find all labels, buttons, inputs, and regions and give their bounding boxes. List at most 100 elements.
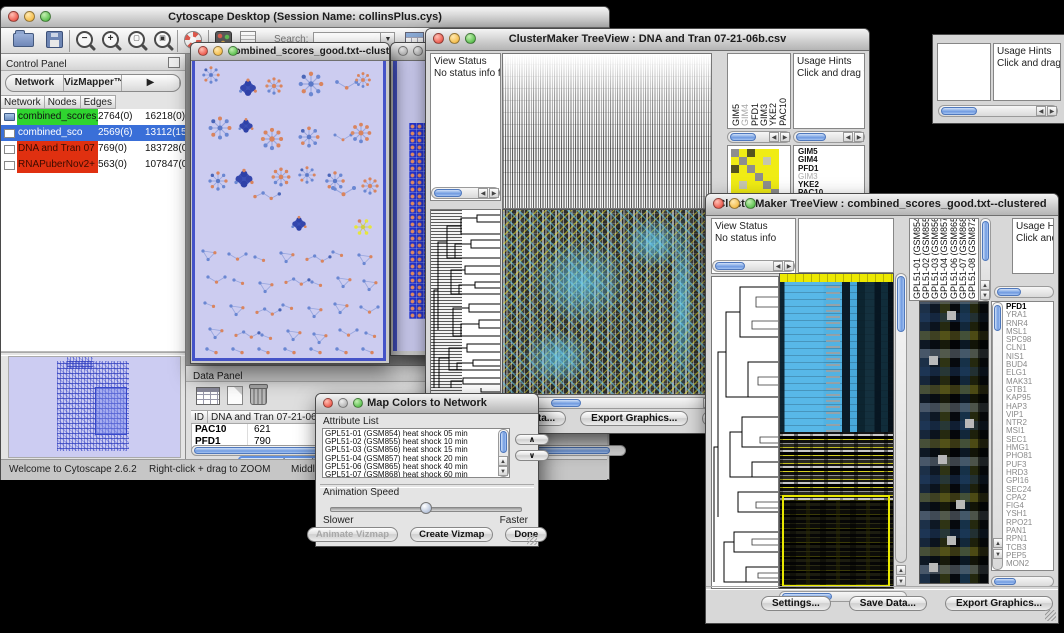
usage-hints-hscrollbar[interactable] — [793, 131, 865, 143]
fragment-hscrollbar[interactable] — [938, 105, 1058, 117]
scrollbar-thumb[interactable] — [500, 431, 507, 453]
network1-title-bar[interactable]: combined_scores_good.txt--cluste... — [191, 43, 389, 61]
data-table-header-cell[interactable]: ID — [191, 410, 208, 424]
open-session-icon[interactable] — [13, 33, 34, 47]
treeview1-title-bar[interactable]: ClusterMaker TreeView : DNA and Tran 07-… — [426, 29, 869, 51]
scrollbar-thumb[interactable] — [434, 189, 462, 197]
zoom-window-button[interactable] — [353, 398, 363, 408]
scrollbar-thumb[interactable] — [730, 133, 756, 141]
labels-hscrollbar[interactable] — [727, 131, 791, 143]
scroll-left-icon[interactable] — [769, 132, 779, 142]
control-panel-tab[interactable]: ▶ — [122, 75, 180, 91]
scroll-right-icon[interactable] — [489, 188, 499, 198]
network-table-header-cell[interactable]: Edges — [81, 95, 116, 109]
column-label[interactable]: PFD1 — [750, 103, 759, 126]
view-status-hscrollbar[interactable] — [712, 260, 795, 272]
scroll-left-icon[interactable] — [773, 261, 783, 271]
network-table-header-cell[interactable]: Network — [1, 95, 45, 109]
zoom-window-button[interactable] — [465, 33, 476, 44]
network-list-row[interactable]: DNA and Tran 07 769(0) 183728(0) — [1, 141, 185, 157]
minimize-button[interactable] — [449, 33, 460, 44]
row-dendrogram[interactable] — [711, 276, 779, 589]
treeview2-zoom-heatmap[interactable] — [919, 301, 989, 584]
scroll-down-icon[interactable] — [498, 466, 508, 476]
network-overview-panel[interactable] — [8, 356, 181, 458]
zoom-window-button[interactable] — [40, 11, 51, 22]
main-title-bar[interactable]: Cytoscape Desktop (Session Name: collins… — [1, 7, 609, 28]
minimize-button[interactable] — [338, 398, 348, 408]
scroll-left-icon[interactable] — [478, 188, 488, 198]
minimize-button[interactable] — [213, 46, 223, 56]
minimize-button[interactable] — [413, 46, 423, 56]
scroll-left-icon[interactable] — [1036, 106, 1046, 116]
treeview2-title-bar[interactable]: ClusterMaker TreeView : combined_scores_… — [706, 194, 1058, 216]
scrollbar-thumb[interactable] — [997, 288, 1021, 296]
attribute-list-vscrollbar[interactable] — [498, 429, 509, 477]
treeview2-vscrollbar[interactable] — [895, 273, 907, 563]
zoom-fit-icon[interactable]: ▣ — [154, 31, 171, 48]
column-label[interactable]: GPL51-07 (GSM868) — [958, 218, 967, 299]
labels-vscrollbar[interactable] — [980, 218, 991, 301]
network1-canvas[interactable] — [192, 61, 386, 361]
new-attribute-icon[interactable] — [227, 386, 243, 405]
gene-list-vscrollbar[interactable] — [992, 302, 1003, 570]
control-panel-tab[interactable]: Network — [6, 75, 64, 91]
scrollbar-thumb[interactable] — [551, 399, 581, 407]
treeview1-action-button[interactable]: Export Graphics... — [580, 411, 688, 426]
usage-hints-hscrollbar[interactable] — [994, 286, 1054, 298]
dialog-action-button[interactable]: Create Vizmap — [410, 527, 493, 542]
dialog-title-bar[interactable]: Map Colors to Network — [316, 394, 538, 414]
control-panel-tab[interactable]: VizMapper™ — [64, 75, 122, 91]
close-button[interactable] — [433, 33, 444, 44]
column-label[interactable]: GPL51-06 (GSM865) — [949, 218, 958, 299]
attribute-select-icon[interactable] — [196, 387, 220, 405]
attribute-list[interactable]: GPL51-01 (GSM854) heat shock 05 minGPL51… — [322, 428, 510, 478]
column-label[interactable]: GPL51-02 (GSM855) — [921, 218, 930, 299]
row-dendrogram[interactable] — [430, 209, 501, 395]
float-panel-icon[interactable] — [168, 57, 180, 68]
column-label[interactable]: GIM4 — [740, 104, 749, 126]
zoom-selected-icon[interactable]: ▢ — [128, 31, 145, 48]
scrollbar-thumb[interactable] — [796, 133, 826, 141]
close-button[interactable] — [398, 46, 408, 56]
network-list-row[interactable]: combined_scores_ 2764(0) 16218(0) — [1, 109, 185, 125]
minimize-button[interactable] — [24, 11, 35, 22]
column-label[interactable]: YKE2 — [768, 103, 777, 126]
treeview2-action-button[interactable]: Save Data... — [849, 596, 927, 611]
move-down-button[interactable]: ∨ — [515, 450, 549, 461]
scroll-down-icon[interactable] — [896, 576, 906, 586]
treeview2-action-button[interactable]: Settings... — [761, 596, 831, 611]
scroll-right-icon[interactable] — [784, 261, 794, 271]
treeview1-heatmap[interactable] — [502, 209, 712, 395]
attribute-list-item[interactable]: GPL51-07 (GSM868) heat shock 60 min — [325, 471, 509, 478]
scrollbar-thumb[interactable] — [994, 305, 1001, 331]
zoom-window-button[interactable] — [228, 46, 238, 56]
scroll-up-icon[interactable] — [980, 280, 990, 290]
heatmap-selection-box[interactable] — [782, 495, 890, 587]
gene-label[interactable]: MON2 — [1006, 560, 1032, 568]
resize-grip[interactable] — [1045, 610, 1056, 621]
scrollbar-thumb[interactable] — [994, 578, 1016, 585]
scroll-down-icon[interactable] — [980, 290, 990, 300]
network-list-row[interactable]: RNAPuberNov2+ 563(0) 107847(0) — [1, 157, 185, 173]
delete-attribute-icon[interactable] — [250, 386, 267, 405]
scroll-up-icon[interactable] — [896, 565, 906, 575]
column-dendrogram[interactable] — [502, 53, 712, 209]
zoom-in-icon[interactable]: + — [102, 31, 119, 48]
scrollbar-thumb[interactable] — [897, 276, 905, 332]
data-table-header-cell[interactable]: DNA and Tran 07-21-06b — [208, 410, 326, 424]
zoom-window-button[interactable] — [745, 198, 756, 209]
scrollbar-thumb[interactable] — [941, 107, 977, 115]
scroll-right-icon[interactable] — [1047, 106, 1057, 116]
move-up-button[interactable]: ∧ — [515, 434, 549, 445]
overview-selection-rect[interactable] — [95, 387, 127, 435]
close-button[interactable] — [198, 46, 208, 56]
scroll-left-icon[interactable] — [843, 132, 853, 142]
treeview2-action-button[interactable]: Export Graphics... — [945, 596, 1053, 611]
dialog-action-button[interactable]: Animate Vizmap — [307, 527, 398, 542]
close-button[interactable] — [8, 11, 19, 22]
scrollbar-thumb[interactable] — [982, 221, 989, 261]
minimize-button[interactable] — [729, 198, 740, 209]
resize-grip[interactable] — [527, 535, 537, 545]
close-button[interactable] — [713, 198, 724, 209]
